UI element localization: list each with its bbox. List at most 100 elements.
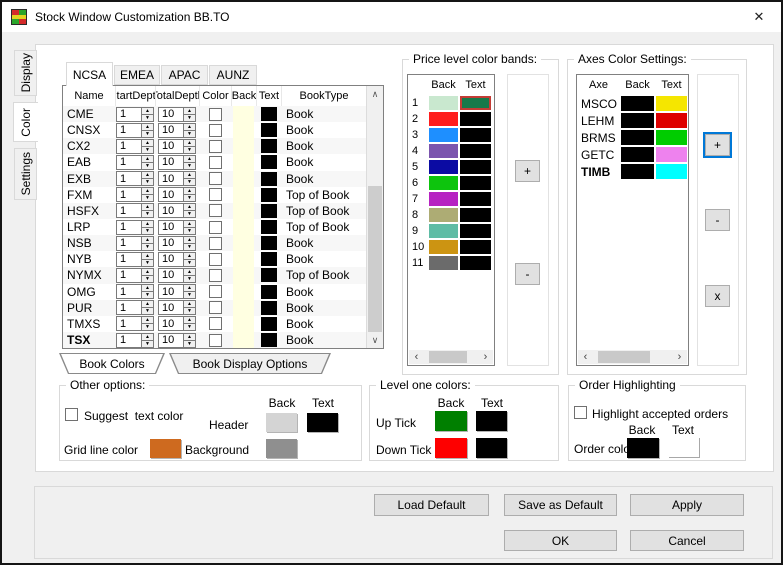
tab-display[interactable]: Display	[14, 50, 37, 96]
band-text-swatch[interactable]	[460, 192, 491, 206]
spin-down-icon[interactable]: ▼	[184, 162, 195, 169]
spin-up-icon[interactable]: ▲	[184, 155, 195, 163]
header-back-swatch[interactable]	[266, 413, 297, 432]
spin-down-icon[interactable]: ▼	[184, 259, 195, 266]
highlight-accepted-orders-checkbox[interactable]	[574, 406, 587, 419]
table-row[interactable]: OMG 1 ▲ ▼ 10 ▲ ▼ Book	[63, 283, 366, 300]
price-band-row[interactable]: 11	[408, 255, 494, 271]
spin-up-icon[interactable]: ▲	[142, 155, 153, 163]
axe-text-swatch[interactable]	[656, 113, 687, 128]
scroll-thumb[interactable]	[368, 185, 382, 333]
table-row[interactable]: CNSX 1 ▲ ▼ 10 ▲ ▼ Book	[63, 122, 366, 139]
tab-aunz[interactable]: AUNZ	[209, 65, 257, 85]
start-depth-spinner[interactable]: 1 ▲ ▼	[116, 332, 154, 348]
spin-down-icon[interactable]: ▼	[184, 114, 195, 121]
band-back-swatch[interactable]	[429, 208, 458, 222]
total-depth-spinner[interactable]: 10 ▲ ▼	[158, 106, 196, 122]
text-color-swatch[interactable]	[260, 236, 277, 251]
price-band-row[interactable]: 5	[408, 159, 494, 175]
text-color-swatch[interactable]	[260, 300, 277, 315]
spin-up-icon[interactable]: ▲	[142, 268, 153, 276]
scroll-down-icon[interactable]: ∨	[367, 332, 383, 348]
spin-up-icon[interactable]: ▲	[142, 301, 153, 309]
ok-button[interactable]: OK	[504, 530, 617, 551]
back-color-swatch[interactable]	[233, 299, 254, 316]
spin-up-icon[interactable]: ▲	[142, 172, 153, 180]
spin-up-icon[interactable]: ▲	[142, 285, 153, 293]
tab-emea[interactable]: EMEA	[114, 65, 160, 85]
band-back-swatch[interactable]	[429, 144, 458, 158]
table-row[interactable]: EAB 1 ▲ ▼ 10 ▲ ▼ Book	[63, 154, 366, 171]
spin-up-icon[interactable]: ▲	[184, 139, 195, 147]
header-text-swatch[interactable]	[307, 413, 338, 432]
color-checkbox[interactable]	[208, 317, 222, 331]
price-band-row[interactable]: 10	[408, 239, 494, 255]
color-checkbox[interactable]	[208, 172, 222, 186]
color-checkbox[interactable]	[208, 204, 222, 218]
total-depth-spinner[interactable]: 10 ▲ ▼	[158, 316, 196, 332]
table-row[interactable]: HSFX 1 ▲ ▼ 10 ▲ ▼ Top of Book	[63, 202, 366, 219]
spin-up-icon[interactable]: ▲	[142, 123, 153, 131]
background-color-swatch[interactable]	[266, 439, 297, 458]
back-color-swatch[interactable]	[233, 267, 254, 284]
spin-down-icon[interactable]: ▼	[142, 146, 153, 153]
spin-down-icon[interactable]: ▼	[142, 114, 153, 121]
price-band-row[interactable]: 7	[408, 191, 494, 207]
subtab-book-display-options[interactable]: Book Display Options	[169, 353, 331, 374]
cancel-button[interactable]: Cancel	[630, 530, 744, 551]
total-depth-spinner[interactable]: 10 ▲ ▼	[158, 235, 196, 251]
band-text-swatch[interactable]	[460, 144, 491, 158]
axe-text-swatch[interactable]	[656, 164, 687, 179]
color-checkbox[interactable]	[208, 301, 222, 315]
band-text-swatch[interactable]	[460, 176, 491, 190]
spin-down-icon[interactable]: ▼	[184, 308, 195, 315]
total-depth-spinner[interactable]: 10 ▲ ▼	[158, 203, 196, 219]
bands-add-button[interactable]: +	[515, 160, 540, 182]
start-depth-spinner[interactable]: 1 ▲ ▼	[116, 106, 154, 122]
spin-up-icon[interactable]: ▲	[142, 188, 153, 196]
spin-up-icon[interactable]: ▲	[184, 301, 195, 309]
back-color-swatch[interactable]	[233, 331, 254, 349]
spin-down-icon[interactable]: ▼	[142, 275, 153, 282]
suggest-text-color-checkbox[interactable]	[65, 408, 78, 421]
back-color-swatch[interactable]	[233, 235, 254, 252]
text-color-swatch[interactable]	[260, 123, 277, 138]
axes-remove-button[interactable]: -	[705, 209, 730, 231]
spin-down-icon[interactable]: ▼	[184, 340, 195, 347]
axes-row[interactable]: LEHM	[577, 112, 688, 129]
back-color-swatch[interactable]	[233, 315, 254, 332]
band-text-swatch[interactable]	[460, 256, 491, 270]
axes-row[interactable]: MSCO	[577, 95, 688, 112]
price-band-row[interactable]: 2	[408, 111, 494, 127]
scroll-right-icon[interactable]: ›	[478, 350, 493, 364]
color-checkbox[interactable]	[208, 333, 222, 347]
book-table-scrollbar[interactable]: ∧ ∨	[366, 86, 383, 348]
start-depth-spinner[interactable]: 1 ▲ ▼	[116, 122, 154, 138]
start-depth-spinner[interactable]: 1 ▲ ▼	[116, 203, 154, 219]
back-color-swatch[interactable]	[233, 218, 254, 236]
band-back-swatch[interactable]	[429, 192, 458, 206]
axe-back-swatch[interactable]	[621, 147, 654, 162]
table-row[interactable]: PUR 1 ▲ ▼ 10 ▲ ▼ Book	[63, 299, 366, 316]
start-depth-spinner[interactable]: 1 ▲ ▼	[116, 219, 154, 235]
text-color-swatch[interactable]	[260, 139, 277, 154]
spin-up-icon[interactable]: ▲	[142, 236, 153, 244]
spin-up-icon[interactable]: ▲	[184, 107, 195, 115]
band-back-swatch[interactable]	[429, 240, 458, 254]
price-band-row[interactable]: 8	[408, 207, 494, 223]
spin-down-icon[interactable]: ▼	[184, 292, 195, 299]
text-color-swatch[interactable]	[260, 220, 277, 235]
axe-back-swatch[interactable]	[621, 96, 654, 111]
price-band-row[interactable]: 6	[408, 175, 494, 191]
total-depth-spinner[interactable]: 10 ▲ ▼	[158, 267, 196, 283]
start-depth-spinner[interactable]: 1 ▲ ▼	[116, 138, 154, 154]
spin-down-icon[interactable]: ▼	[184, 275, 195, 282]
spin-down-icon[interactable]: ▼	[184, 211, 195, 218]
spin-up-icon[interactable]: ▲	[142, 317, 153, 325]
total-depth-spinner[interactable]: 10 ▲ ▼	[158, 332, 196, 348]
total-depth-spinner[interactable]: 10 ▲ ▼	[158, 171, 196, 187]
band-back-swatch[interactable]	[429, 256, 458, 270]
total-depth-spinner[interactable]: 10 ▲ ▼	[158, 187, 196, 203]
spin-up-icon[interactable]: ▲	[184, 172, 195, 180]
spin-down-icon[interactable]: ▼	[142, 340, 153, 347]
